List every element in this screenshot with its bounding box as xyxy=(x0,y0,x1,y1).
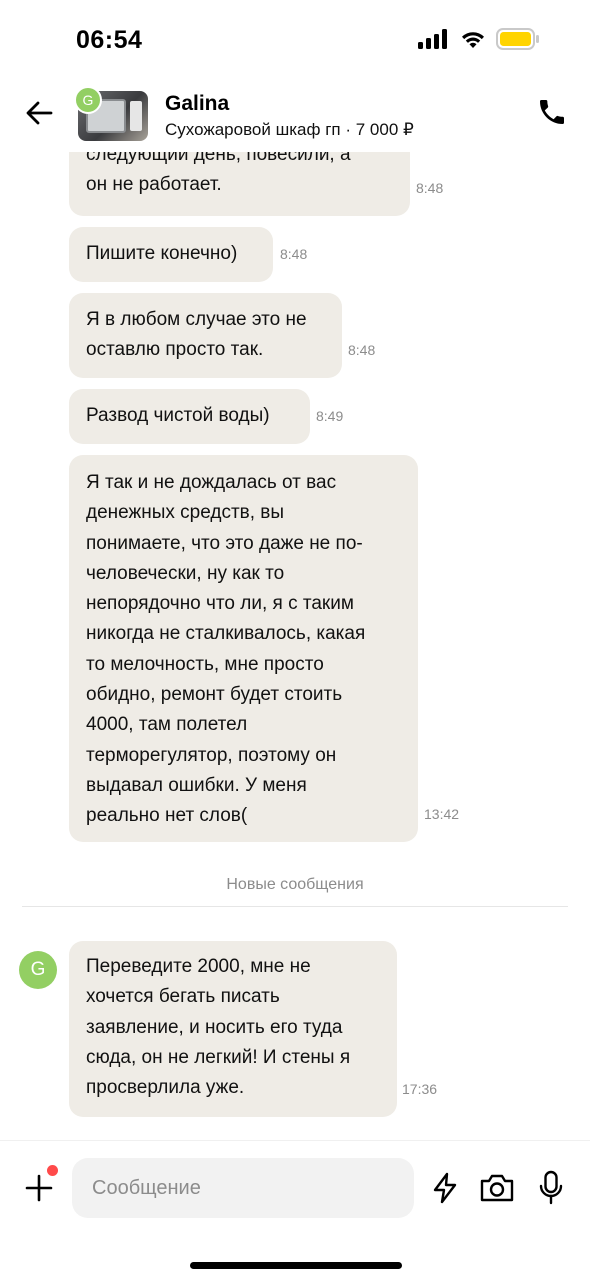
message-time: 8:49 xyxy=(316,408,344,424)
message-bubble[interactable]: Пишите конечно) xyxy=(69,227,273,282)
message-line: реально нет слов( xyxy=(86,805,248,827)
message-line: обидно, ремонт будет стоить xyxy=(86,684,343,706)
message-bubble[interactable]: Я в любом случае это не оставлю просто т… xyxy=(69,293,342,378)
notification-dot xyxy=(47,1165,58,1176)
message-line: хочется бегать писать xyxy=(86,986,280,1008)
status-bar: 06:54 xyxy=(0,0,590,80)
signal-icon xyxy=(418,29,447,49)
wifi-icon xyxy=(462,32,484,48)
new-messages-label: Новые сообщения xyxy=(226,876,364,893)
status-time: 06:54 xyxy=(76,26,143,54)
message-line: следующий день, повесили, а xyxy=(86,152,351,165)
message-time: 13:42 xyxy=(424,806,460,822)
message-time: 17:36 xyxy=(402,1081,438,1097)
call-button[interactable] xyxy=(536,96,568,128)
message-line: заявление, и носить его туда xyxy=(86,1016,343,1038)
message-line: Я так и не дождалась от вас xyxy=(86,472,337,493)
camera-button[interactable] xyxy=(478,1172,516,1204)
status-icons xyxy=(418,28,540,50)
message-time: 8:48 xyxy=(280,246,308,262)
message-bubble[interactable]: Переведите 2000, мне не хочется бегать п… xyxy=(69,941,397,1117)
quick-reply-button[interactable] xyxy=(431,1172,459,1204)
message-list[interactable]: следующий день, повесили, а он не работа… xyxy=(0,152,590,1140)
message-line: Пишите конечно) xyxy=(86,243,238,264)
home-indicator[interactable] xyxy=(190,1262,402,1269)
message-line: понимаете, что это даже не по- xyxy=(86,532,363,554)
attach-button[interactable] xyxy=(24,1173,54,1203)
contact-avatar: G xyxy=(74,86,102,114)
battery-icon xyxy=(496,28,539,50)
lightning-icon xyxy=(433,1172,457,1204)
message-line: человечески, ну как то xyxy=(86,562,285,584)
plus-icon xyxy=(25,1174,53,1202)
message-line: терморегулятор, поэтому он xyxy=(86,744,337,766)
microphone-icon xyxy=(539,1170,563,1205)
message-line: 4000, там полетел xyxy=(86,714,248,736)
thumbnail-oven-panel xyxy=(130,101,142,131)
message-line: Развод чистой воды) xyxy=(86,405,270,426)
message-line: то мелочность, мне просто xyxy=(86,653,324,675)
contact-name[interactable]: Galina xyxy=(165,92,229,116)
message-line: он не работает. xyxy=(86,174,222,196)
message-line: выдавал ошибки. У меня xyxy=(86,774,307,796)
message-line: оставлю просто так. xyxy=(86,339,264,361)
microphone-button[interactable] xyxy=(538,1170,564,1206)
message-line: денежных средств, вы xyxy=(86,502,285,524)
arrow-left-icon xyxy=(26,101,53,125)
message-line: сюда, он не легкий! И стены я xyxy=(86,1046,351,1068)
message-line: Я в любом случае это не xyxy=(86,309,307,330)
message-line: никогда не сталкивалось, какая xyxy=(86,623,366,645)
message-time: 8:48 xyxy=(416,180,444,196)
message-bubble[interactable]: Развод чистой воды) xyxy=(69,389,310,444)
listing-title-price[interactable]: Сухожаровой шкаф гп · 7 000 ₽ xyxy=(165,120,414,140)
back-button[interactable] xyxy=(22,96,56,130)
chat-header: G Galina Сухожаровой шкаф гп · 7 000 ₽ xyxy=(0,80,590,152)
camera-icon xyxy=(480,1174,514,1202)
message-line: просверлила уже. xyxy=(86,1077,245,1099)
message-bubble[interactable]: Я так и не дождалась от вас денежных сре… xyxy=(69,455,418,842)
message-line: Переведите 2000, мне не xyxy=(86,956,311,977)
message-line: непорядочно что ли, я с таким xyxy=(86,593,354,615)
message-time: 8:48 xyxy=(348,342,376,358)
message-input[interactable] xyxy=(72,1158,414,1218)
phone-icon xyxy=(540,100,564,124)
new-messages-divider xyxy=(22,906,568,907)
sender-avatar[interactable]: G xyxy=(19,951,57,989)
message-bubble[interactable]: следующий день, повесили, а он не работа… xyxy=(69,152,410,216)
message-composer xyxy=(0,1140,590,1235)
